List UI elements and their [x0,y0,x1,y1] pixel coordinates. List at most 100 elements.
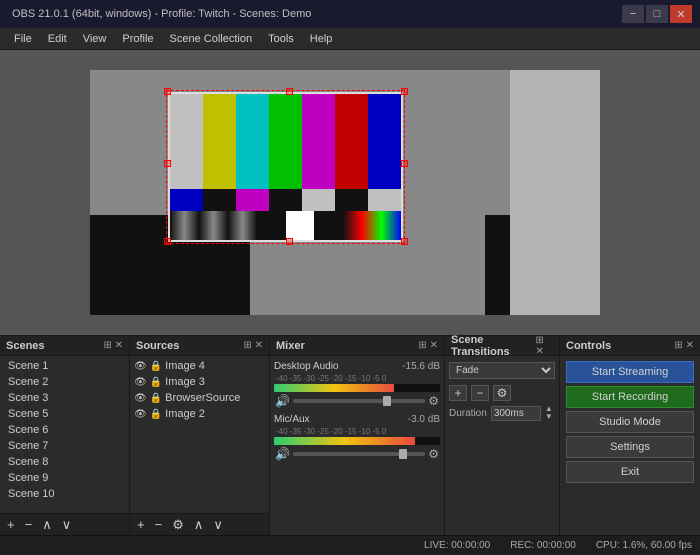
handle-ml[interactable] [164,160,171,167]
color-bars-bottom [170,211,401,240]
source-item[interactable]: 👁🔒Image 4 [130,358,269,374]
bar-magenta2 [236,189,269,211]
transition-add-button[interactable]: + [449,385,467,401]
scenes-down-button[interactable]: ∨ [59,517,75,532]
mixer-track-desktop: Desktop Audio -15.6 dB -40 -35 -30 -25 -… [270,358,444,411]
lock-icon[interactable]: 🔒 [150,409,162,420]
handle-tl[interactable] [164,88,171,95]
mixer-panel-header: Mixer ⊞ ✕ [270,336,444,356]
visibility-icon[interactable]: 👁 [134,361,147,372]
start-streaming-button[interactable]: Start Streaming [566,361,694,383]
transition-settings-button[interactable]: ⚙ [493,385,511,401]
bar-blue2 [170,189,203,211]
panels-row: Scenes ⊞ ✕ Scene 1Scene 2Scene 3Scene 5S… [0,335,700,535]
source-label: Image 3 [165,376,205,388]
mixer-panel-icons: ⊞ ✕ [418,340,438,351]
mic-mute-button[interactable]: 🔊 [274,447,291,461]
scenes-panel: Scenes ⊞ ✕ Scene 1Scene 2Scene 3Scene 5S… [0,336,130,535]
studio-mode-button[interactable]: Studio Mode [566,411,694,433]
close-button[interactable]: ✕ [670,5,692,23]
sources-up-button[interactable]: ∧ [191,517,207,532]
transition-type-select[interactable]: Fade Cut [449,362,555,379]
scenes-remove-button[interactable]: − [22,517,36,532]
handle-tr[interactable] [401,88,408,95]
maximize-button[interactable]: □ [646,5,668,23]
menu-item-file[interactable]: File [6,31,40,47]
mic-aux-label: Mic/Aux [274,414,310,425]
menu-item-view[interactable]: View [75,31,115,47]
minimize-button[interactable]: − [622,5,644,23]
rec-status: REC: 00:00:00 [510,540,576,551]
desktop-mute-button[interactable]: 🔊 [274,394,291,408]
scene-item[interactable]: Scene 8 [0,454,129,470]
duration-spinner: ▲ ▼ [545,405,553,421]
settings-button[interactable]: Settings [566,436,694,458]
scene-item[interactable]: Scene 2 [0,374,129,390]
menu-item-scene-collection[interactable]: Scene Collection [162,31,261,47]
menu-item-tools[interactable]: Tools [260,31,302,47]
handle-bl[interactable] [164,238,171,245]
preview-canvas [90,70,600,315]
desktop-settings-button[interactable]: ⚙ [427,394,440,408]
transitions-panel-title: Scene Transitions [451,334,535,358]
sources-add-button[interactable]: + [134,517,148,532]
color-bars-mid [170,189,401,211]
scene-item[interactable]: Scene 6 [0,422,129,438]
source-item[interactable]: 👁🔒Image 3 [130,374,269,390]
scene-item[interactable]: Scene 3 [0,390,129,406]
bar-black1 [203,189,236,211]
scenes-panel-title: Scenes [6,340,45,352]
scenes-panel-icons: ⊞ ✕ [103,340,123,351]
handle-br[interactable] [401,238,408,245]
bar-white2 [302,189,335,211]
mic-settings-button[interactable]: ⚙ [427,447,440,461]
visibility-icon[interactable]: 👁 [134,393,147,404]
source-item[interactable]: 👁🔒BrowserSource [130,390,269,406]
handle-bm[interactable] [286,238,293,245]
window-title: OBS 21.0.1 (64bit, windows) - Profile: T… [8,8,622,20]
mic-volume-thumb [399,449,407,459]
controls-panel-header: Controls ⊞ ✕ [560,336,700,356]
bar-green [269,94,302,189]
menu-item-profile[interactable]: Profile [114,31,161,47]
desktop-volume-slider[interactable] [293,399,425,403]
scene-item[interactable]: Scene 9 [0,470,129,486]
bar-red [335,94,368,189]
mixer-track-mic: Mic/Aux -3.0 dB -40 -35 -30 -25 -20 -15 … [270,411,444,464]
scene-item[interactable]: Scene 7 [0,438,129,454]
scene-item[interactable]: Scene 10 [0,486,129,502]
scenes-list: Scene 1Scene 2Scene 3Scene 5Scene 6Scene… [0,356,129,513]
controls-panel: Controls ⊞ ✕ Start Streaming Start Recor… [560,336,700,535]
scene-item[interactable]: Scene 1 [0,358,129,374]
controls-panel-icons: ⊞ ✕ [674,340,694,351]
menu-item-help[interactable]: Help [302,31,341,47]
menu-item-edit[interactable]: Edit [40,31,75,47]
handle-tm[interactable] [286,88,293,95]
bar-black2 [269,189,302,211]
lock-icon[interactable]: 🔒 [150,377,162,388]
bar-white4 [286,211,315,240]
lock-icon[interactable]: 🔒 [150,361,162,372]
duration-label: Duration [449,408,487,419]
handle-mr[interactable] [401,160,408,167]
exit-button[interactable]: Exit [566,461,694,483]
desktop-audio-label: Desktop Audio [274,361,339,372]
window-controls: − □ ✕ [622,5,692,23]
lock-icon[interactable]: 🔒 [150,393,162,404]
controls-content: Start Streaming Start Recording Studio M… [560,356,700,535]
scene-item[interactable]: Scene 5 [0,406,129,422]
sources-remove-button[interactable]: − [152,517,166,532]
mic-volume-slider[interactable] [293,452,425,456]
scenes-up-button[interactable]: ∧ [39,517,55,532]
bar-black5 [314,211,343,240]
scenes-panel-header: Scenes ⊞ ✕ [0,336,129,356]
sources-down-button[interactable]: ∨ [210,517,226,532]
duration-input[interactable] [491,406,541,421]
start-recording-button[interactable]: Start Recording [566,386,694,408]
transition-remove-button[interactable]: − [471,385,489,401]
sources-settings-button[interactable]: ⚙ [169,517,187,532]
source-item[interactable]: 👁🔒Image 2 [130,406,269,422]
scenes-add-button[interactable]: + [4,517,18,532]
visibility-icon[interactable]: 👁 [134,377,147,388]
visibility-icon[interactable]: 👁 [134,409,147,420]
